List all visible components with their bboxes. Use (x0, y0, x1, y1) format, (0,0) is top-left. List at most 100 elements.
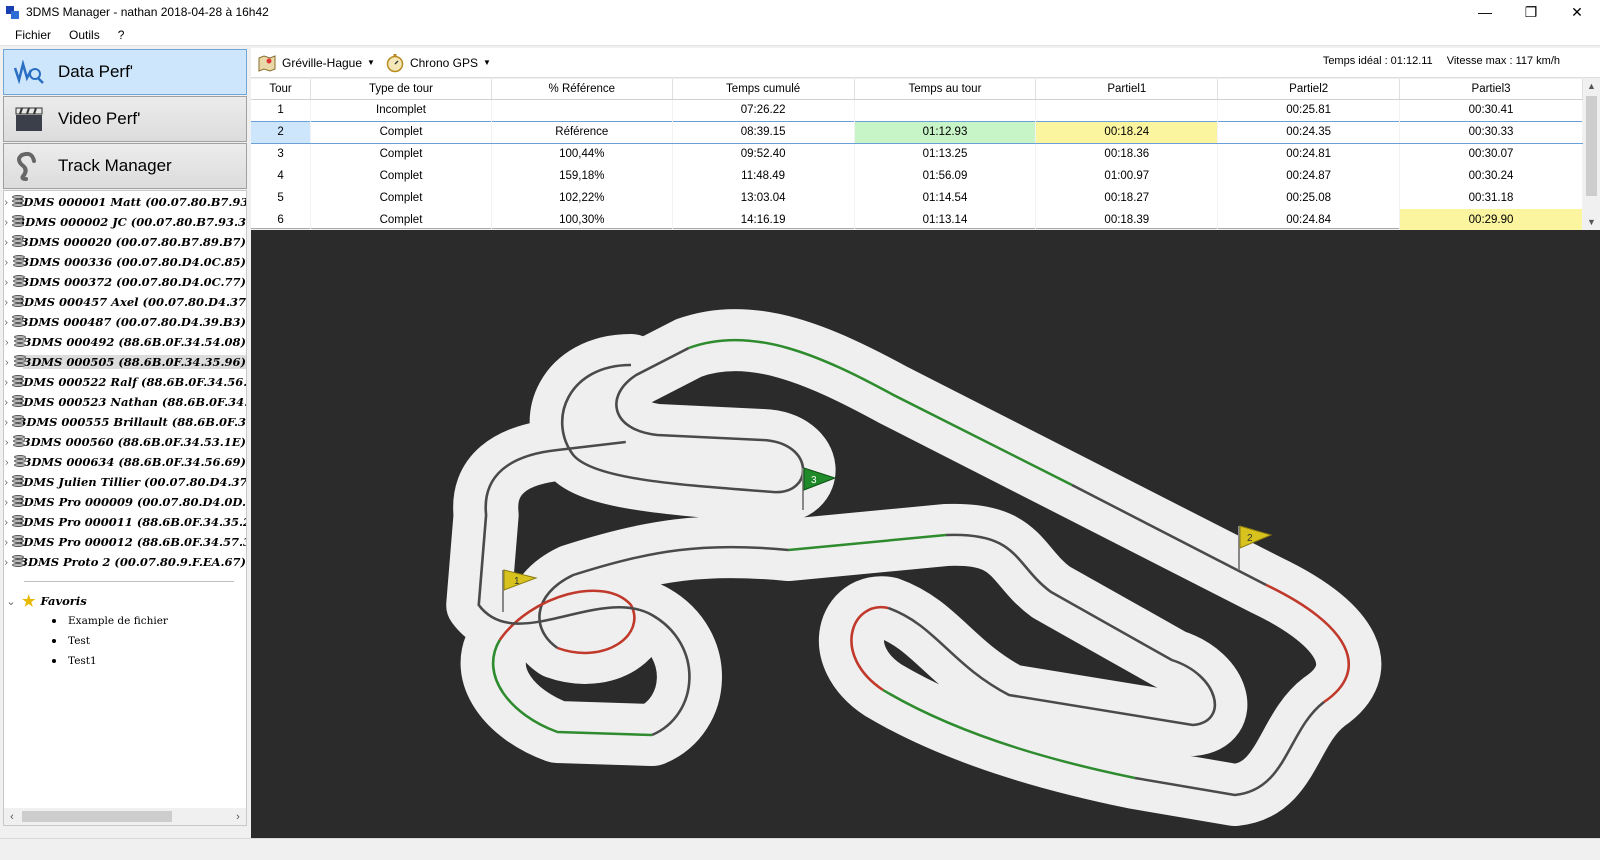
device-node[interactable]: › 3DMS Julien Tillier (00.07.80.D4.37 (4, 472, 246, 492)
table-row[interactable]: 3 Complet 100,44% 09:52.40 01:13.25 00:18.36 0… (251, 143, 1583, 165)
chevron-right-icon[interactable]: › (4, 436, 9, 449)
device-node[interactable]: › 3DMS 000457 Axel (00.07.80.D4.37 (4, 292, 246, 312)
table-cell: 4 (251, 165, 312, 187)
favorites-node[interactable]: ⌄ ★ Favoris (4, 591, 246, 611)
scroll-right-icon[interactable]: › (230, 811, 246, 823)
main-panel: Gréville-Hague ▼ Chrono GPS ▼ Temps idéa… (251, 48, 1600, 838)
column-header[interactable]: Partiel2 (1217, 79, 1401, 100)
column-header[interactable]: % Référence (491, 79, 673, 100)
chevron-right-icon[interactable]: › (4, 316, 8, 329)
scrollbar-thumb[interactable] (1586, 96, 1597, 196)
device-node[interactable]: › 3DMS Pro 000012 (88.6B.0F.34.57.3 (4, 532, 246, 552)
device-node[interactable]: › 3DMS 000020 (00.07.80.B7.89.B7) (4, 232, 246, 252)
scroll-down-icon[interactable]: ▼ (1583, 217, 1600, 227)
database-icon (10, 215, 25, 229)
device-node[interactable]: › 3DMS Proto 2 (00.07.80.9.F.EA.67) (4, 552, 246, 572)
chevron-right-icon[interactable]: › (4, 416, 8, 429)
device-node[interactable]: › 3DMS 000001 Matt (00.07.80.B7.93 (4, 192, 246, 212)
device-node[interactable]: › 3DMS 000555 Brillault (88.6B.0F.3 (4, 412, 246, 432)
table-cell: Complet (310, 120, 492, 144)
favorite-item-label: Test1 (68, 655, 97, 667)
device-node[interactable]: › 3DMS 000522 Ralf (88.6B.0F.34.56. (4, 372, 246, 392)
device-node[interactable]: › 3DMS 000336 (00.07.80.D4.0C.85) (4, 252, 246, 272)
scrollbar-thumb[interactable] (22, 811, 172, 822)
chevron-right-icon[interactable]: › (4, 196, 8, 209)
device-node[interactable]: › 3DMS 000372 (00.07.80.D4.0C.77) (4, 272, 246, 292)
table-row[interactable]: 2 Complet Référence 08:39.15 01:12.93 00:18.2… (251, 120, 1583, 144)
column-header[interactable]: Type de tour (310, 79, 492, 100)
ideal-time: Temps idéal : 01:12.11 (1322, 55, 1433, 67)
database-icon (11, 255, 25, 269)
chevron-right-icon[interactable]: › (4, 336, 10, 349)
table-cell: Complet (310, 165, 492, 187)
chevron-right-icon[interactable]: › (4, 476, 8, 489)
menu-fichier[interactable]: Fichier (0, 28, 60, 42)
device-tree[interactable]: › 3DMS 000001 Matt (00.07.80.B7.93 › 3DMS 0… (3, 190, 247, 826)
column-header[interactable]: Temps au tour (854, 79, 1037, 100)
device-node[interactable]: › 3DMS 000002 JC (00.07.80.B7.93.3 (4, 212, 246, 232)
table-cell: 00:31.18 (1399, 187, 1583, 209)
device-node[interactable]: › 3DMS 000505 (88.6B.0F.34.35.96) (4, 352, 246, 372)
column-header[interactable]: Partiel3 (1399, 79, 1583, 100)
track-dropdown[interactable]: Gréville-Hague ▼ (257, 53, 375, 73)
favorite-item[interactable]: Test (4, 631, 246, 651)
table-row[interactable]: 5 Complet 102,22% 13:03.04 01:14.54 00:18.27 0… (251, 187, 1583, 209)
table-cell: 2 (251, 120, 312, 144)
table-cell: 3 (251, 143, 312, 165)
caret-down-icon: ▼ (367, 58, 375, 67)
device-node[interactable]: › 3DMS 000523 Nathan (88.6B.0F.34. (4, 392, 246, 412)
chevron-right-icon[interactable]: › (4, 216, 8, 229)
track-manager-label: Track Manager (58, 156, 172, 175)
chevron-right-icon[interactable]: › (4, 556, 8, 569)
chevron-right-icon[interactable]: › (4, 496, 8, 509)
video-perf-button[interactable]: Video Perf' (3, 96, 247, 142)
column-header[interactable]: Tour (251, 79, 312, 100)
chevron-down-icon[interactable]: ⌄ (4, 595, 18, 608)
scroll-left-icon[interactable]: ‹ (4, 811, 20, 823)
scroll-up-icon[interactable]: ▲ (1583, 81, 1600, 91)
maximize-button[interactable]: ❐ (1508, 0, 1554, 24)
mode-dropdown[interactable]: Chrono GPS ▼ (385, 53, 491, 73)
chevron-right-icon[interactable]: › (4, 456, 10, 469)
column-header[interactable]: Partiel1 (1035, 79, 1219, 100)
chevron-right-icon[interactable]: › (4, 376, 8, 389)
vertical-scrollbar[interactable]: ▲ ▼ (1583, 79, 1600, 229)
chevron-right-icon[interactable]: › (4, 276, 9, 289)
device-node[interactable]: › 3DMS Pro 000011 (88.6B.0F.34.35.2 (4, 512, 246, 532)
track-map-canvas[interactable]: 1 2 3 (251, 230, 1600, 838)
database-icon (11, 435, 26, 449)
track-manager-button[interactable]: Track Manager (3, 143, 247, 189)
device-label: 3DMS 000523 Nathan (88.6B.0F.34. (15, 395, 246, 409)
chevron-right-icon[interactable]: › (4, 536, 8, 549)
chevron-right-icon[interactable]: › (4, 256, 9, 269)
menu-help[interactable]: ? (109, 28, 134, 42)
chevron-right-icon[interactable]: › (4, 396, 8, 409)
chevron-right-icon[interactable]: › (4, 516, 8, 529)
table-cell: Référence (491, 120, 673, 144)
device-node[interactable]: › 3DMS 000492 (88.6B.0F.34.54.08) (4, 332, 246, 352)
table-cell: 01:56.09 (854, 165, 1037, 187)
column-header[interactable]: Temps cumulé (672, 79, 855, 100)
favorite-item[interactable]: Test1 (4, 651, 246, 671)
horizontal-scrollbar[interactable]: ‹ › (4, 808, 246, 825)
device-label: 3DMS Pro 000012 (88.6B.0F.34.57.3 (15, 535, 246, 549)
chevron-right-icon[interactable]: › (4, 236, 8, 249)
clapperboard-icon (12, 102, 46, 136)
track-map[interactable]: 1 2 3 (251, 230, 1600, 838)
table-row[interactable]: 6 Complet 100,30% 14:16.19 01:13.14 00:18.39 0… (251, 209, 1583, 231)
device-node[interactable]: › 3DMS 000560 (88.6B.0F.34.53.1E) (4, 432, 246, 452)
laps-table[interactable]: Tour Type de tour% Référence Temps cumulé T… (251, 79, 1600, 231)
menu-outils[interactable]: Outils (60, 28, 109, 42)
table-row[interactable]: 1 Incomplet 07:26.22 00:25.81 00:30.41 (251, 99, 1583, 121)
chevron-right-icon[interactable]: › (4, 296, 8, 309)
favorite-item-label: Example de fichier (68, 615, 168, 627)
close-button[interactable]: ✕ (1554, 0, 1600, 24)
data-perf-button[interactable]: Data Perf' (3, 49, 247, 95)
device-node[interactable]: › 3DMS 000634 (88.6B.0F.34.56.69) (4, 452, 246, 472)
device-node[interactable]: › 3DMS Pro 000009 (00.07.80.D4.0D. (4, 492, 246, 512)
favorite-item[interactable]: Example de fichier (4, 611, 246, 631)
chevron-right-icon[interactable]: › (4, 356, 10, 369)
table-row[interactable]: 4 Complet 159,18% 11:48.49 01:56.09 01:00.97 0… (251, 165, 1583, 187)
device-node[interactable]: › 3DMS 000487 (00.07.80.D4.39.B3) (4, 312, 246, 332)
minimize-button[interactable]: — (1462, 0, 1508, 24)
